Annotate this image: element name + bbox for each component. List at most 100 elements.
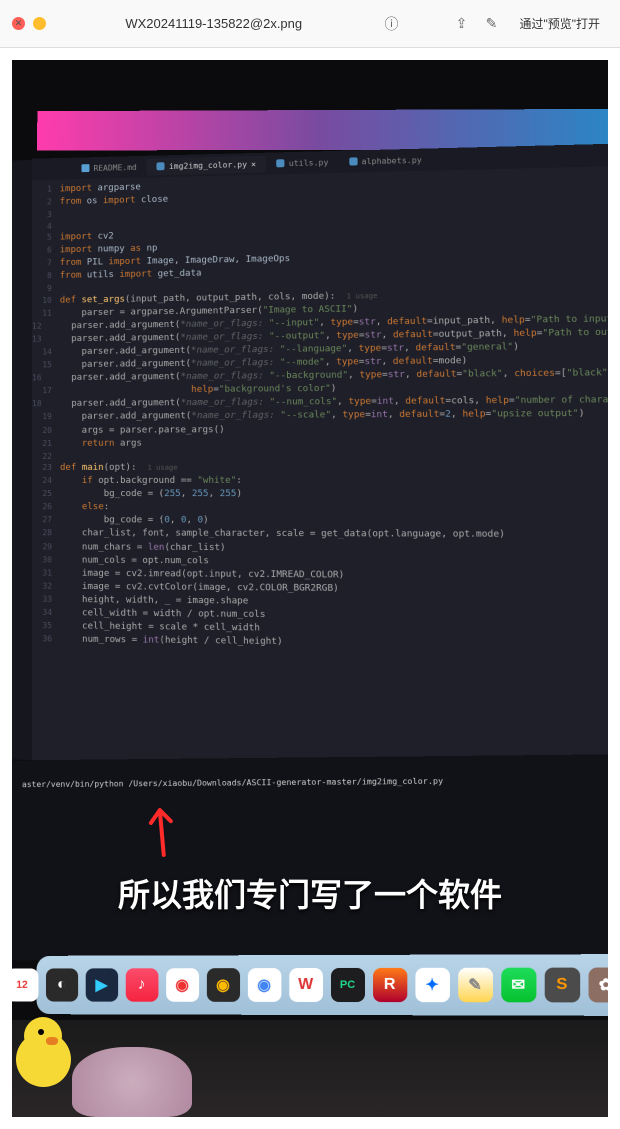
- code-content: args = parser.parse_args(): [60, 424, 225, 438]
- rubber-duck-icon: [16, 1017, 76, 1087]
- line-number: 2: [32, 196, 60, 209]
- share-icon[interactable]: ⇪: [451, 14, 471, 34]
- code-content: num_cols = opt.num_cols: [60, 554, 209, 568]
- editor-tab[interactable]: utils.py: [266, 153, 339, 172]
- dock-app-davinci[interactable]: ◐: [45, 968, 77, 1001]
- crystal-decoration: [72, 1047, 192, 1117]
- code-content: from utils import get_data: [60, 268, 202, 283]
- line-number: 22: [32, 451, 60, 463]
- video-subtitle: 所以我们专门写了一个软件: [12, 870, 608, 916]
- line-number: 28: [32, 528, 60, 541]
- traffic-lights: ✕: [12, 17, 46, 30]
- line-number: 14: [32, 347, 60, 360]
- python-file-icon: [157, 162, 165, 170]
- line-number: 20: [32, 424, 60, 437]
- code-line[interactable]: 26 else:: [32, 501, 620, 515]
- code-content: else:: [60, 501, 109, 514]
- line-number: 27: [32, 514, 60, 527]
- editor-tab[interactable]: README.md: [72, 158, 147, 177]
- code-line[interactable]: 23def main(opt): 1 usage: [32, 461, 620, 475]
- python-file-icon: [349, 157, 357, 165]
- line-number: 6: [32, 245, 60, 258]
- dock-app-safari[interactable]: ✦: [415, 968, 450, 1002]
- code-content: bg_code = (255, 255, 255): [60, 488, 242, 501]
- edit-icon[interactable]: ✎: [481, 14, 501, 34]
- dock-app-player[interactable]: ▶: [85, 968, 117, 1001]
- python-file-icon: [276, 159, 284, 167]
- line-number: 3: [32, 209, 60, 221]
- dock-app-canary[interactable]: ◉: [206, 968, 239, 1002]
- code-content: if opt.background == "white":: [60, 475, 242, 488]
- terminal-panel[interactable]: aster/venv/bin/python /Users/xiaobu/Down…: [12, 754, 620, 964]
- line-number: 29: [32, 541, 60, 554]
- ide-window: README.mdimg2img_color.py ×utils.pyalpha…: [32, 143, 620, 782]
- line-number: 31: [32, 567, 60, 580]
- line-number: 15: [32, 359, 60, 372]
- line-number: 26: [32, 501, 60, 514]
- line-number: 32: [32, 580, 60, 593]
- line-number: 35: [32, 620, 60, 634]
- titlebar: ✕ WX20241119-135822@2x.png ⓘ ⇪ ✎ 通过"预览"打…: [0, 0, 620, 48]
- line-number: 19: [32, 411, 60, 424]
- line-number: 21: [32, 437, 60, 450]
- code-content: from os import close: [60, 194, 168, 209]
- code-content: def main(opt): 1 usage: [60, 462, 178, 475]
- dock-app-pycharm[interactable]: PC: [330, 968, 364, 1002]
- line-number: 10: [32, 295, 60, 308]
- window-title: WX20241119-135822@2x.png: [56, 16, 371, 31]
- red-arrow-annotation: [139, 798, 185, 871]
- code-content: bg_code = (0, 0, 0): [60, 515, 209, 529]
- code-line[interactable]: 25 bg_code = (255, 255, 255): [32, 488, 620, 502]
- line-number: 16: [32, 373, 50, 386]
- line-number: 13: [32, 334, 50, 347]
- dock-app-wps[interactable]: W: [289, 968, 323, 1002]
- editor-tab[interactable]: alphabets.py: [339, 151, 433, 170]
- open-with-button[interactable]: 通过"预览"打开: [511, 13, 608, 34]
- line-number: 11: [32, 308, 60, 321]
- line-number: 12: [32, 321, 50, 334]
- line-number: 4: [32, 220, 60, 232]
- line-number: 5: [32, 232, 60, 245]
- minimize-icon[interactable]: [33, 17, 46, 30]
- line-number: 36: [32, 633, 60, 647]
- editor-tab[interactable]: img2img_color.py ×: [147, 155, 267, 175]
- code-content: parser.add_argument(*name_or_flags: "--s…: [60, 408, 585, 424]
- photo-content: 老师好我叫何同学 bilibili generator-master READM…: [0, 48, 620, 1129]
- code-content: import cv2: [60, 231, 114, 245]
- markdown-file-icon: [81, 164, 89, 172]
- info-icon[interactable]: ⓘ: [381, 14, 401, 34]
- dock-app-chrome[interactable]: ◉: [247, 968, 280, 1002]
- macos-dock: ☺12◐▶♪◉◉◉WPCR✦✎✉S✿>_A: [37, 954, 620, 1016]
- line-number: 7: [32, 258, 60, 271]
- code-content: num_chars = len(char_list): [60, 541, 226, 555]
- code-line[interactable]: 24 if opt.background == "white":: [32, 474, 620, 488]
- tab-label: README.md: [93, 162, 136, 172]
- dock-app-rustrover[interactable]: R: [373, 968, 407, 1002]
- tab-label: img2img_color.py: [169, 160, 247, 171]
- code-content: num_rows = int(height / cell_height): [60, 633, 283, 649]
- dock-app-wechat[interactable]: ✉: [501, 968, 536, 1003]
- dock-app-sublime[interactable]: S: [544, 968, 579, 1003]
- code-editor[interactable]: 1import argparse2from os import close345…: [32, 166, 620, 658]
- dock-app-app2[interactable]: ✿: [588, 968, 620, 1003]
- line-number: 8: [32, 270, 60, 283]
- desk-surface: [12, 1020, 608, 1117]
- dock-app-calendar[interactable]: 12: [6, 968, 38, 1001]
- line-number: 1: [32, 183, 60, 196]
- line-number: 17: [32, 385, 60, 398]
- line-number: 18: [32, 398, 50, 411]
- line-number: 33: [32, 593, 60, 606]
- tab-label: alphabets.py: [361, 155, 421, 166]
- close-icon[interactable]: ✕: [12, 17, 25, 30]
- dock-app-music[interactable]: ♪: [125, 968, 158, 1001]
- terminal-command: aster/venv/bin/python /Users/xiaobu/Down…: [22, 777, 443, 790]
- desktop-wallpaper-strip: [37, 109, 613, 151]
- line-number: 25: [32, 488, 60, 501]
- line-number: 34: [32, 606, 60, 619]
- dock-app-notes[interactable]: ✎: [458, 968, 493, 1003]
- code-content: return args: [60, 437, 142, 450]
- line-number: 23: [32, 462, 60, 475]
- dock-app-browser[interactable]: ◉: [166, 968, 199, 1002]
- close-tab-icon[interactable]: ×: [251, 159, 256, 168]
- line-number: 30: [32, 554, 60, 567]
